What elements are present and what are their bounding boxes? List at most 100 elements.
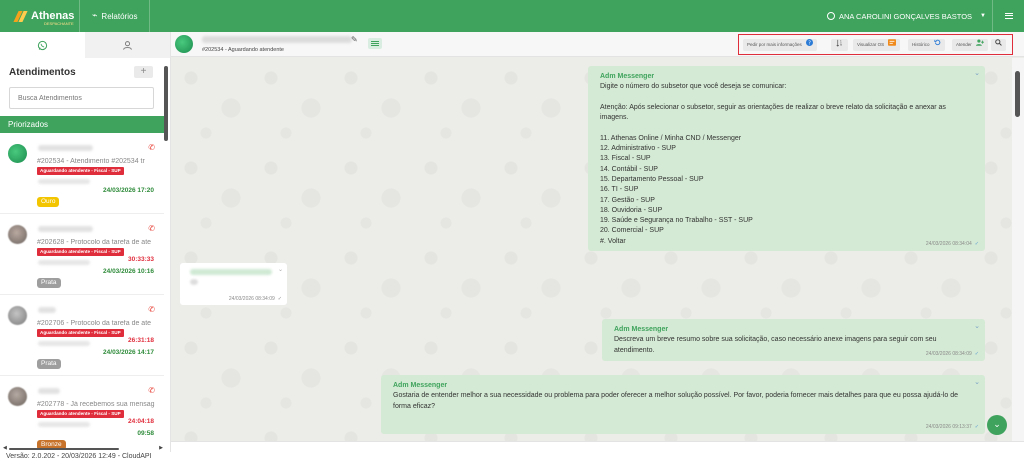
sort-icon: 19 xyxy=(836,39,843,52)
scroll-left-icon[interactable]: ◀ xyxy=(3,445,7,451)
attend-label: Atender xyxy=(956,42,972,48)
contact-name-redacted xyxy=(38,145,93,151)
history-label: Histórico xyxy=(912,42,930,48)
details-list-button[interactable] xyxy=(368,38,382,49)
user-icon xyxy=(123,40,132,50)
tab-contacts[interactable] xyxy=(85,32,170,58)
conversation-subject: #202628 - Protocolo da tarefa de ate xyxy=(37,239,152,246)
check-icon: ✓ xyxy=(974,423,979,430)
message-timestamp: 24/03/2026 08:34:09 xyxy=(925,350,972,357)
nav-reports[interactable]: ⌁ Relatórios xyxy=(80,0,151,32)
contact-name-redacted xyxy=(38,226,93,232)
message-time: 24/03/2026 08:34:09 ✓ xyxy=(926,349,979,359)
conversation-subject: #202534 - Atendimento #202534 tr xyxy=(37,158,145,165)
tier-badge: Prata xyxy=(37,359,61,369)
logo-subtitle: DESPACHANTE xyxy=(44,21,74,26)
attend-button[interactable]: Atender xyxy=(952,39,989,51)
message-sender: Adm Messenger xyxy=(600,73,655,80)
message-text: Descreva um breve resumo sobre sua solic… xyxy=(614,336,939,354)
message-time: 24/03/2026 09:13:37 ✓ xyxy=(926,422,979,432)
view-os-label: Visualizar OS xyxy=(857,42,885,48)
sidebar-scrollbar[interactable] xyxy=(164,66,168,442)
redacted-line xyxy=(38,179,90,184)
avatar xyxy=(8,387,27,406)
redacted-text xyxy=(190,269,272,275)
scrollbar-thumb[interactable] xyxy=(1015,71,1020,117)
version-label: Versão: 2.0.202 - 20/03/2026 12:49 - Clo… xyxy=(6,453,152,460)
tier-badge: Ouro xyxy=(37,197,60,207)
contact-name-redacted xyxy=(38,307,56,313)
sort-button[interactable]: 19 xyxy=(831,39,848,51)
nav-reports-label: Relatórios xyxy=(101,11,138,21)
search-messages-button[interactable] xyxy=(991,39,1006,51)
scroll-right-icon[interactable]: ▶ xyxy=(159,445,163,451)
actions-toolbar: Pedir por mais informações ? 19 Visualiz… xyxy=(738,34,1013,55)
conversation-subject: #202706 - Protocolo da tarefa de ate xyxy=(37,320,152,327)
conversation-subject: #202778 - Já recebemos sua mensag xyxy=(37,401,155,408)
edit-pencil-icon[interactable]: ✎ xyxy=(351,35,358,44)
conversation-date: 24/03/2026 10:16 xyxy=(103,268,154,275)
conversation-item[interactable]: ✆ #202534 - Atendimento #202534 tr Aguar… xyxy=(0,134,164,214)
scrollbar-thumb[interactable] xyxy=(164,66,168,141)
phone-icon: ✆ xyxy=(148,386,155,395)
contact-avatar[interactable] xyxy=(175,35,193,53)
message-bubble-incoming[interactable]: ⌄ 24/03/2026 08:34:09 ✓ xyxy=(180,263,287,305)
compose-area[interactable] xyxy=(171,441,1024,470)
question-icon: ? xyxy=(806,39,814,51)
conversation-item[interactable]: ✆ #202706 - Protocolo da tarefa de ate A… xyxy=(0,296,164,376)
chevron-down-icon[interactable]: ⌄ xyxy=(974,68,980,78)
chevron-down-icon: ⌄ xyxy=(993,420,1001,430)
section-header-prioritized: Priorizados xyxy=(0,116,164,133)
avatar xyxy=(8,144,27,163)
view-os-button[interactable]: Visualizar OS xyxy=(853,39,901,51)
add-attendance-button[interactable]: + xyxy=(134,66,153,78)
add-user-icon xyxy=(976,39,985,51)
conversation-timer: 24:04:18 xyxy=(127,418,154,425)
conversation-timer: 30:33:33 xyxy=(127,256,154,263)
chat-panel: ✎ #202534 - Aguardando atendente Pedir p… xyxy=(171,32,1024,470)
redacted-line xyxy=(38,422,90,427)
tier-badge: Prata xyxy=(37,278,61,288)
chevron-down-icon[interactable]: ⌄ xyxy=(974,377,980,387)
request-more-info-label: Pedir por mais informações xyxy=(747,42,802,48)
history-icon xyxy=(934,39,941,51)
contact-name-redacted xyxy=(202,36,352,43)
tab-whatsapp[interactable] xyxy=(0,32,85,58)
logo[interactable]: Athenas DESPACHANTE xyxy=(0,0,80,32)
chat-scrollbar[interactable] xyxy=(1012,58,1024,441)
status-badge: Aguardando atendente - Fiscal - SUP xyxy=(37,329,124,337)
scroll-to-bottom-button[interactable]: ⌄ xyxy=(987,415,1007,435)
chevron-down-icon[interactable]: ⌄ xyxy=(278,266,283,273)
sidebar-tabs xyxy=(0,32,170,58)
history-button[interactable]: Histórico xyxy=(908,39,945,51)
logo-text: Athenas xyxy=(31,10,75,22)
hamburger-menu-button[interactable] xyxy=(992,0,1024,32)
phone-icon: ✆ xyxy=(148,143,155,152)
message-text: Digite o número do subsetor que você des… xyxy=(600,83,946,245)
whatsapp-icon xyxy=(37,40,48,50)
phone-icon: ✆ xyxy=(148,305,155,314)
search-icon xyxy=(995,39,1002,51)
message-bubble-outgoing[interactable]: ⌄ Adm Messenger Gostaria de entender mel… xyxy=(381,375,985,434)
sidebar-horizontal-scrollbar[interactable]: ◀ ▶ xyxy=(3,445,163,451)
avatar xyxy=(8,225,27,244)
svg-text:?: ? xyxy=(808,40,811,46)
phone-icon: ✆ xyxy=(148,224,155,233)
message-bubble-outgoing[interactable]: ⌄ Adm Messenger Descreva um breve resumo… xyxy=(602,319,985,361)
message-list[interactable]: ⌄ Adm Messenger Digite o número do subse… xyxy=(171,58,1012,441)
check-icon: ✓ xyxy=(974,350,979,357)
message-bubble-outgoing[interactable]: ⌄ Adm Messenger Digite o número do subse… xyxy=(588,66,985,251)
user-name: ANA CAROLINI GONÇALVES BASTOS xyxy=(838,11,973,21)
chevron-down-icon[interactable]: ⌄ xyxy=(974,321,980,331)
user-menu[interactable]: ANA CAROLINI GONÇALVES BASTOS ▼ xyxy=(826,0,986,32)
conversation-item[interactable]: ✆ #202628 - Protocolo da tarefa de ate A… xyxy=(0,215,164,295)
scrollbar-thumb[interactable] xyxy=(9,448,119,450)
message-timestamp: 24/03/2026 09:13:37 xyxy=(925,423,972,430)
conversation-item[interactable]: ✆ #202778 - Já recebemos sua mensag Agua… xyxy=(0,377,164,457)
contact-name-redacted xyxy=(38,388,60,394)
search-input[interactable] xyxy=(9,87,154,109)
request-more-info-button[interactable]: Pedir por mais informações ? xyxy=(743,39,818,51)
check-icon: ✓ xyxy=(974,240,979,247)
conversation-date: 24/03/2026 14:17 xyxy=(103,349,154,356)
chat-header: ✎ #202534 - Aguardando atendente Pedir p… xyxy=(171,32,1024,57)
